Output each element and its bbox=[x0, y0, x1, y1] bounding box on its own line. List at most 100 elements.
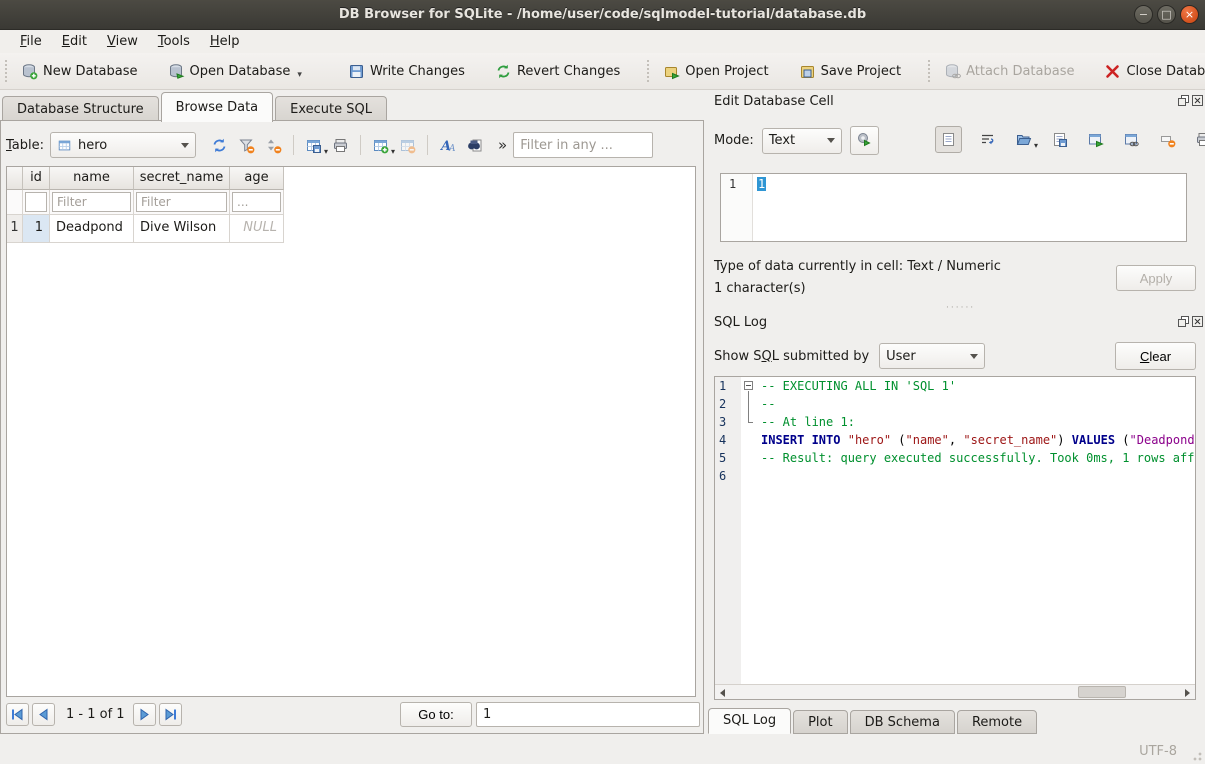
set-null-button[interactable] bbox=[1157, 129, 1178, 150]
sql-log-line: 2-- bbox=[715, 395, 1195, 413]
open-url-button[interactable] bbox=[1121, 129, 1142, 150]
revert-changes-button[interactable]: Revert Changes bbox=[487, 59, 628, 84]
print-cell-icon bbox=[1195, 131, 1205, 148]
main-toolbar: New Database Open Database▾ Write Changes R… bbox=[0, 53, 1205, 90]
goto-input[interactable] bbox=[476, 702, 700, 727]
tab-database-structure[interactable]: Database Structure bbox=[2, 96, 159, 122]
toolbar-overflow-icon[interactable]: » bbox=[498, 136, 507, 154]
chevron-down-icon[interactable]: ▾ bbox=[391, 147, 395, 156]
clear-sorting-button[interactable] bbox=[263, 135, 284, 156]
close-dock-icon[interactable] bbox=[1192, 95, 1203, 106]
resize-grip[interactable] bbox=[1190, 749, 1202, 761]
scroll-right-icon[interactable] bbox=[1179, 685, 1195, 700]
export-to-file-button[interactable] bbox=[1049, 129, 1070, 150]
mode-combo[interactable]: Text bbox=[762, 128, 842, 154]
toolbar-drag-handle bbox=[5, 60, 7, 82]
bottom-tab-plot[interactable]: Plot bbox=[793, 710, 848, 734]
close-dock-icon[interactable] bbox=[1192, 316, 1203, 327]
tab-browse-data[interactable]: Browse Data bbox=[161, 92, 274, 122]
fold-marker-icon[interactable] bbox=[741, 377, 758, 395]
clear-log-button[interactable]: Clear bbox=[1115, 342, 1196, 370]
refresh-button[interactable] bbox=[209, 135, 230, 156]
open-database-icon bbox=[168, 63, 185, 80]
maximize-button[interactable]: □ bbox=[1157, 5, 1176, 24]
sql-log-editor[interactable]: 1-- EXECUTING ALL IN 'SQL 1'2--3-- At li… bbox=[714, 376, 1196, 700]
bottom-tab-db-schema[interactable]: DB Schema bbox=[850, 710, 955, 734]
write-changes-button[interactable]: Write Changes bbox=[340, 59, 473, 84]
previous-page-button[interactable] bbox=[32, 703, 55, 726]
import-from-file-button[interactable]: ▾ bbox=[1013, 129, 1034, 150]
new-database-button[interactable]: New Database bbox=[13, 59, 146, 84]
sql-source-combo[interactable]: User bbox=[879, 343, 985, 369]
last-page-button[interactable] bbox=[159, 703, 182, 726]
find-in-table-button[interactable] bbox=[464, 135, 485, 156]
filter-input-secret_name[interactable] bbox=[136, 192, 227, 212]
cell-secret_name[interactable]: Dive Wilson bbox=[134, 215, 230, 243]
column-header-id[interactable]: id bbox=[23, 167, 50, 190]
filter-input-name[interactable] bbox=[52, 192, 131, 212]
cell-value-editor[interactable]: 1 1 bbox=[720, 173, 1187, 242]
next-page-button[interactable] bbox=[133, 703, 156, 726]
first-page-button[interactable] bbox=[6, 703, 29, 726]
save-project-button[interactable]: Save Project bbox=[791, 59, 910, 84]
float-dock-icon[interactable] bbox=[1178, 316, 1189, 327]
insert-record-icon bbox=[372, 137, 389, 154]
save-table-button[interactable]: ▾ bbox=[303, 135, 324, 156]
float-dock-icon[interactable] bbox=[1178, 95, 1189, 106]
open-project-icon bbox=[663, 63, 680, 80]
sql-log-line: 3-- At line 1: bbox=[715, 413, 1195, 431]
fold-margin bbox=[741, 467, 758, 485]
window-controls: −□× bbox=[1134, 5, 1199, 24]
menu-help[interactable]: Help bbox=[200, 32, 250, 51]
word-wrap-button[interactable] bbox=[977, 129, 998, 150]
chevron-down-icon[interactable]: ▾ bbox=[1034, 141, 1038, 150]
mode-label: Mode: bbox=[714, 133, 754, 148]
filter-input-age[interactable] bbox=[232, 192, 281, 212]
edit-cell-dock-title: Edit Database Cell bbox=[714, 94, 834, 109]
minimize-button[interactable]: − bbox=[1134, 5, 1153, 24]
filter-row-header bbox=[7, 190, 23, 215]
toolbar-button-label: Attach Database bbox=[966, 64, 1074, 79]
clear-filters-button[interactable] bbox=[236, 135, 257, 156]
format-font-button[interactable]: AA bbox=[437, 135, 458, 156]
chevron-down-icon[interactable]: ▾ bbox=[297, 70, 302, 80]
cell-age[interactable]: NULL bbox=[230, 215, 284, 243]
filter-any-input[interactable] bbox=[513, 132, 653, 158]
menu-edit[interactable]: Edit bbox=[52, 32, 97, 51]
close-button[interactable]: × bbox=[1180, 5, 1199, 24]
open-external-button[interactable] bbox=[1085, 129, 1106, 150]
apply-button[interactable]: Apply bbox=[1116, 265, 1196, 291]
tab-execute-sql[interactable]: Execute SQL bbox=[275, 96, 387, 122]
text-document-button[interactable] bbox=[935, 126, 962, 153]
goto-button[interactable]: Go to: bbox=[400, 702, 472, 727]
apply-format-button[interactable] bbox=[850, 126, 879, 155]
column-header-name[interactable]: name bbox=[50, 167, 134, 190]
close-database-button[interactable]: Close Database bbox=[1096, 59, 1205, 84]
scroll-left-icon[interactable] bbox=[715, 685, 731, 700]
filter-input-id[interactable] bbox=[25, 192, 47, 212]
dock-splitter-handle[interactable]: ······ bbox=[946, 303, 975, 313]
open-project-button[interactable]: Open Project bbox=[655, 59, 776, 84]
cell-name[interactable]: Deadpond bbox=[50, 215, 134, 243]
scrollbar-thumb[interactable] bbox=[1078, 686, 1126, 698]
chevron-down-icon[interactable]: ▾ bbox=[324, 147, 328, 156]
bottom-tab-remote[interactable]: Remote bbox=[957, 710, 1037, 734]
cell-id[interactable]: 1 bbox=[23, 215, 50, 243]
insert-record-button[interactable]: ▾ bbox=[370, 135, 391, 156]
row-header[interactable]: 1 bbox=[7, 215, 23, 243]
print-cell-button[interactable] bbox=[1193, 129, 1205, 150]
menu-tools[interactable]: Tools bbox=[148, 32, 200, 51]
bottom-tab-sql-log[interactable]: SQL Log bbox=[708, 708, 791, 734]
grid-corner bbox=[7, 167, 23, 190]
column-header-secret_name[interactable]: secret_name bbox=[134, 167, 230, 190]
menu-file[interactable]: File bbox=[10, 32, 52, 51]
open-database-button[interactable]: Open Database▾ bbox=[160, 59, 310, 84]
sql-log-hscrollbar[interactable] bbox=[715, 684, 1195, 699]
toolbar-separator bbox=[427, 135, 428, 155]
menu-view[interactable]: View bbox=[97, 32, 148, 51]
print-button[interactable] bbox=[330, 135, 351, 156]
table-combo[interactable]: hero bbox=[50, 132, 196, 158]
column-header-age[interactable]: age bbox=[230, 167, 284, 190]
table-icon bbox=[57, 138, 72, 153]
table-row: 11DeadpondDive WilsonNULL bbox=[7, 215, 695, 243]
